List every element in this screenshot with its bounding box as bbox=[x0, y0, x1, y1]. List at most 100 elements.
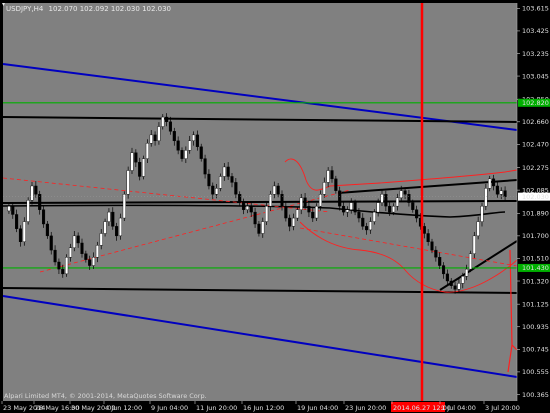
candle-body-22 bbox=[91, 257, 96, 266]
candle-body-108 bbox=[422, 226, 426, 234]
price-tick-label-15: 100.745 bbox=[522, 346, 549, 354]
candle-body-70 bbox=[276, 185, 280, 195]
candle-body-4 bbox=[22, 221, 26, 242]
candle-body-110 bbox=[430, 241, 434, 251]
candle-body-75 bbox=[295, 209, 299, 219]
candle-body-96 bbox=[376, 202, 380, 213]
current-price-tag-label: 102.030 bbox=[522, 193, 549, 201]
candle-body-87 bbox=[341, 205, 346, 213]
time-tick-label-3: 4 Jun 12:00 bbox=[105, 404, 142, 412]
candle-body-57 bbox=[226, 166, 230, 177]
candle-body-117 bbox=[457, 283, 461, 290]
candle-body-95 bbox=[372, 211, 376, 222]
price-tick-label-7: 102.275 bbox=[522, 164, 549, 172]
candle-body-48 bbox=[191, 134, 196, 142]
candle-body-54 bbox=[215, 188, 219, 195]
candle-body-66 bbox=[261, 221, 265, 234]
candle-body-35 bbox=[141, 158, 146, 177]
candle-body-29 bbox=[118, 217, 123, 237]
candle-body-1 bbox=[11, 205, 15, 215]
candle-body-6 bbox=[30, 185, 34, 201]
candle-body-19 bbox=[80, 242, 84, 254]
candle-body-43 bbox=[172, 131, 176, 142]
time-tick-label-11: 3 Jul 20:00 bbox=[485, 404, 520, 412]
candle-body-123 bbox=[480, 205, 484, 222]
green-level-tag-label-0: 102.820 bbox=[522, 99, 549, 107]
candle-body-82 bbox=[322, 182, 326, 195]
candle-body-128 bbox=[499, 190, 503, 195]
candle-body-50 bbox=[199, 146, 203, 159]
candle-body-91 bbox=[357, 211, 361, 219]
candle-body-77 bbox=[303, 197, 307, 207]
candle-body-33 bbox=[134, 152, 138, 163]
candle-body-89 bbox=[349, 202, 353, 210]
copyright-footer: Alpari Limited MT4, © 2001-2014, MetaQuo… bbox=[4, 392, 207, 400]
candle-body-79 bbox=[311, 211, 315, 219]
candle-body-76 bbox=[299, 197, 303, 210]
candle-body-83 bbox=[326, 170, 330, 183]
candle-body-97 bbox=[380, 194, 384, 203]
price-tick-label-9: 101.890 bbox=[522, 210, 549, 218]
candle-body-12 bbox=[53, 249, 57, 263]
candle-body-93 bbox=[365, 226, 369, 231]
candle-body-9 bbox=[41, 209, 46, 225]
candle-body-0 bbox=[7, 205, 11, 212]
candle-body-20 bbox=[84, 253, 88, 260]
candle-body-68 bbox=[268, 194, 273, 207]
candle-body-30 bbox=[122, 194, 126, 219]
candle-body-126 bbox=[491, 178, 496, 187]
candle-body-104 bbox=[407, 194, 411, 203]
price-tick-label-14: 100.935 bbox=[522, 323, 549, 331]
candle-body-122 bbox=[476, 221, 480, 237]
candle-body-46 bbox=[184, 150, 188, 159]
candle-body-55 bbox=[218, 176, 223, 189]
candle-body-114 bbox=[445, 273, 449, 282]
candle-body-56 bbox=[222, 166, 226, 177]
candle-body-27 bbox=[111, 211, 115, 227]
candle-body-25 bbox=[103, 221, 107, 234]
price-tick-label-17: 100.365 bbox=[522, 391, 549, 399]
candle-body-62 bbox=[245, 205, 249, 210]
candle-body-15 bbox=[65, 257, 69, 275]
candle-body-10 bbox=[45, 223, 49, 237]
candle-body-129 bbox=[503, 190, 507, 197]
candle-body-17 bbox=[72, 235, 76, 248]
price-tick-label-2: 103.235 bbox=[522, 50, 549, 58]
candle-body-90 bbox=[353, 202, 357, 213]
time-tick-label-8: 23 Jun 20:00 bbox=[345, 404, 386, 412]
candle-body-60 bbox=[238, 194, 242, 203]
price-tick-label-16: 100.555 bbox=[522, 368, 549, 376]
time-tick-label-5: 11 Jun 20:00 bbox=[196, 404, 237, 412]
candle-body-86 bbox=[338, 190, 342, 207]
candle-body-37 bbox=[149, 134, 153, 144]
candle-body-59 bbox=[234, 182, 238, 195]
chart-symbol: USDJPY,H4 bbox=[6, 5, 44, 13]
candle-body-113 bbox=[441, 265, 446, 275]
green-level-tag-label-1: 101.430 bbox=[522, 264, 549, 272]
candle-body-26 bbox=[107, 211, 111, 222]
candle-body-124 bbox=[484, 188, 488, 207]
time-tick-label-4: 9 Jun 04:00 bbox=[151, 404, 188, 412]
price-tick-label-5: 102.660 bbox=[522, 118, 549, 126]
candle-body-118 bbox=[461, 276, 465, 284]
candle-body-115 bbox=[449, 280, 453, 286]
candle-body-92 bbox=[361, 217, 365, 227]
candle-body-127 bbox=[495, 185, 499, 195]
candle-body-116 bbox=[453, 285, 457, 290]
candle-body-100 bbox=[391, 205, 396, 213]
candle-body-51 bbox=[203, 158, 207, 175]
candle-body-73 bbox=[288, 217, 292, 227]
price-chart[interactable]: 103.615103.425103.235103.045102.850102.6… bbox=[0, 0, 550, 413]
candle-body-16 bbox=[68, 247, 73, 258]
candle-body-72 bbox=[284, 205, 288, 219]
chart-ohlc: 102.070 102.092 102.030 102.030 bbox=[49, 5, 171, 13]
candle-body-74 bbox=[291, 217, 296, 227]
candle-body-31 bbox=[126, 170, 130, 195]
candle-body-99 bbox=[388, 205, 392, 213]
candle-body-40 bbox=[161, 116, 165, 127]
candle-body-84 bbox=[330, 170, 334, 180]
candle-body-44 bbox=[176, 140, 180, 151]
candle-body-3 bbox=[18, 228, 23, 242]
candle-body-103 bbox=[403, 190, 407, 195]
candle-body-34 bbox=[138, 161, 142, 177]
